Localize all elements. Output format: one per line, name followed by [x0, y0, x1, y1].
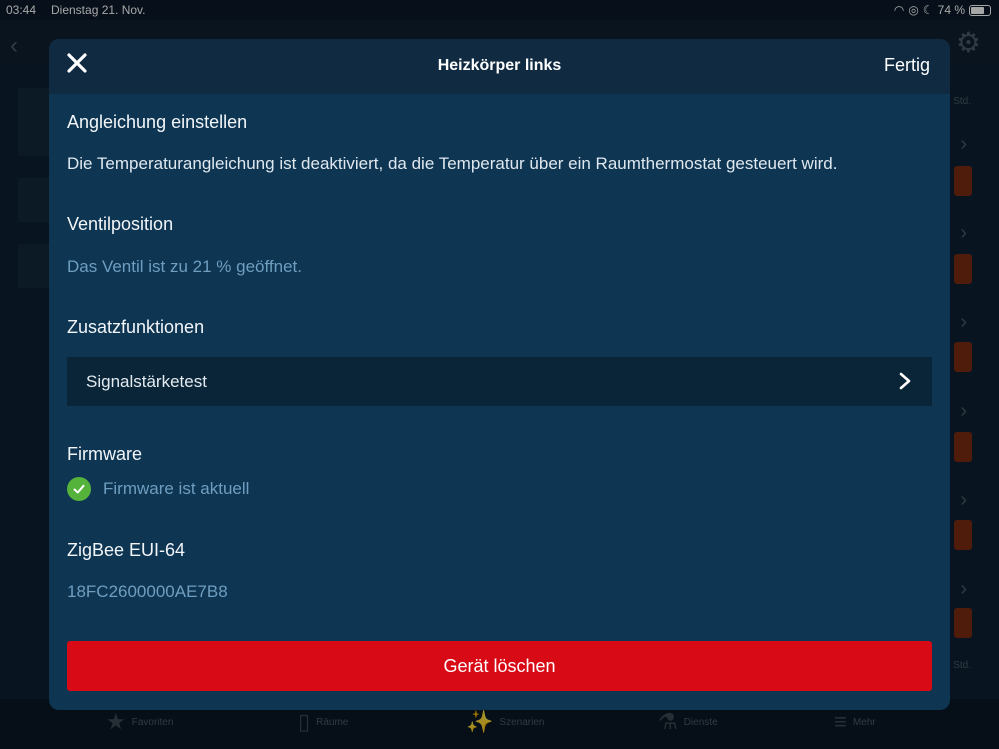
signal-test-row[interactable]: Signalstärketest [67, 357, 932, 406]
firmware-title: Firmware [67, 444, 142, 464]
chevron-right-icon [899, 372, 911, 390]
firmware-status-text: Firmware ist aktuell [103, 479, 250, 498]
firmware-status: Firmware ist aktuell [67, 477, 249, 501]
valve-title: Ventilposition [67, 214, 174, 234]
signal-test-label: Signalstärketest [86, 372, 207, 391]
valve-position-text: Das Ventil ist zu 21 % geöffnet. [67, 257, 302, 276]
zigbee-value: 18FC2600000AE7B8 [67, 582, 228, 601]
modal-header: Heizkörper links Fertig [49, 39, 950, 94]
modal-title: Heizkörper links [437, 57, 562, 74]
zigbee-title: ZigBee EUI-64 [67, 540, 186, 560]
extras-title: Zusatzfunktionen [67, 317, 205, 337]
check-icon [67, 477, 91, 501]
done-button[interactable]: Fertig [884, 55, 930, 76]
delete-device-button[interactable]: Gerät löschen [67, 641, 932, 691]
adjustment-text: Die Temperaturangleichung ist deaktivier… [67, 154, 838, 173]
adjustment-title: Angleichung einstellen [67, 112, 248, 132]
device-settings-modal: Heizkörper links Fertig Angleichung eins… [49, 39, 950, 710]
